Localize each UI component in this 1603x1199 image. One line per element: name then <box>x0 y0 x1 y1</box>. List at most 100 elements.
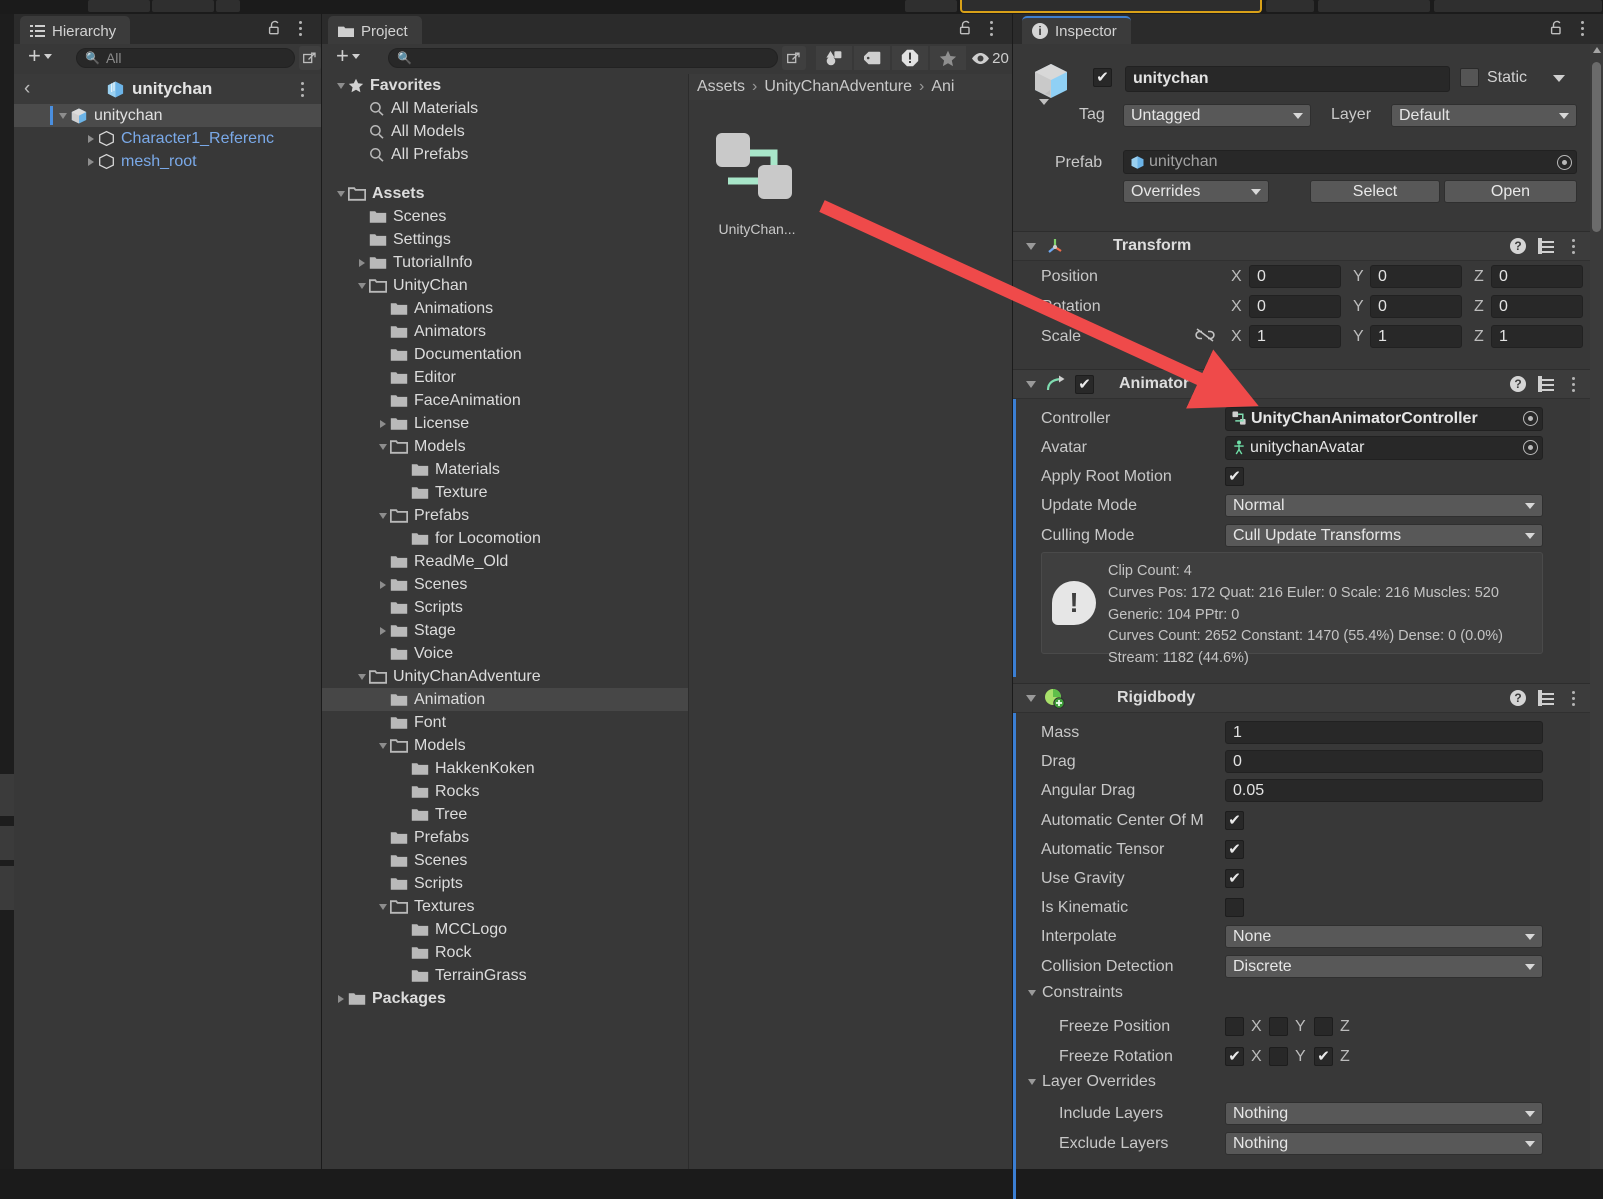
breadcrumb-item-0[interactable]: Assets <box>697 78 745 96</box>
toolbar-segment[interactable] <box>1318 0 1430 12</box>
transform-x-input[interactable]: 0 <box>1249 265 1341 288</box>
overrides-dropdown[interactable]: Overrides <box>1123 180 1269 203</box>
project-tree-item-scenes[interactable]: Scenes <box>322 849 688 872</box>
project-tree-item-animators[interactable]: Animators <box>322 320 688 343</box>
project-tree-item-readme-old[interactable]: ReadMe_Old <box>322 550 688 573</box>
transform-z-input[interactable]: 1 <box>1491 325 1583 348</box>
project-tree-item-scripts[interactable]: Scripts <box>322 872 688 895</box>
project-tree-item-terraingrass[interactable]: TerrainGrass <box>322 964 688 987</box>
help-icon[interactable]: ? <box>1510 690 1526 706</box>
layer-dropdown[interactable]: Default <box>1391 104 1577 127</box>
project-tree-item-textures[interactable]: Textures <box>322 895 688 918</box>
preset-icon[interactable] <box>1538 239 1554 253</box>
help-icon[interactable]: ? <box>1510 238 1526 254</box>
gameobject-enabled-checkbox[interactable]: ✔ <box>1093 68 1112 87</box>
star-icon[interactable] <box>930 46 966 70</box>
inspector-menu-icon[interactable] <box>1575 19 1589 37</box>
exclude-layers-dropdown[interactable]: Nothing <box>1225 1132 1543 1155</box>
transform-x-input[interactable]: 0 <box>1249 295 1341 318</box>
asset-item[interactable]: UnityChan... <box>702 127 812 237</box>
project-tree-item-settings[interactable]: Settings <box>322 228 688 251</box>
project-tree-item-animation[interactable]: Animation <box>322 688 688 711</box>
hierarchy-search-input[interactable]: 🔍 All <box>76 48 295 68</box>
toolbar-segment-active[interactable] <box>960 0 1262 13</box>
freeze-position-y-checkbox[interactable] <box>1269 1017 1288 1036</box>
chevron-down-icon[interactable] <box>1026 381 1036 388</box>
project-menu-icon[interactable] <box>984 19 998 37</box>
tab-inspector[interactable]: i Inspector <box>1022 16 1131 44</box>
freeze-position-z-checkbox[interactable] <box>1314 1017 1333 1036</box>
project-tree-item-unitychan[interactable]: UnityChan <box>322 274 688 297</box>
tag-dropdown[interactable]: Untagged <box>1123 104 1311 127</box>
culling-mode-dropdown[interactable]: Cull Update Transforms <box>1225 524 1543 547</box>
toolbar-segment[interactable] <box>216 0 240 12</box>
collision-detection-dropdown[interactable]: Discrete <box>1225 955 1543 978</box>
project-tree-item-materials[interactable]: Materials <box>322 458 688 481</box>
transform-y-input[interactable]: 0 <box>1370 295 1462 318</box>
visible-count-indicator[interactable]: 20 <box>968 46 1012 70</box>
toolbar-segment[interactable] <box>1434 0 1602 12</box>
project-tree-item-models[interactable]: Models <box>322 435 688 458</box>
project-tree-item-rock[interactable]: Rock <box>322 941 688 964</box>
preset-icon[interactable] <box>1538 691 1554 705</box>
scene-root-menu-icon[interactable] <box>295 80 309 98</box>
freeze-rotation-y-checkbox[interactable] <box>1269 1047 1288 1066</box>
project-tree-item-for-locomotion[interactable]: for Locomotion <box>322 527 688 550</box>
constraints-foldout[interactable]: Constraints <box>1028 984 1123 1002</box>
object-picker-icon[interactable] <box>1523 411 1538 426</box>
layer-overrides-foldout[interactable]: Layer Overrides <box>1028 1073 1156 1091</box>
create-asset-button[interactable]: + <box>336 48 360 64</box>
prefab-objectfield[interactable]: unitychan <box>1123 150 1577 174</box>
hierarchy-item-mesh_root[interactable]: mesh_root <box>14 150 321 173</box>
project-tree-item-favorites[interactable]: Favorites <box>322 74 688 97</box>
toolbar-segment[interactable] <box>1266 0 1314 12</box>
expand-icon[interactable] <box>782 46 806 70</box>
animator-enabled-checkbox[interactable]: ✔ <box>1075 375 1094 394</box>
chevron-down-icon[interactable] <box>1026 695 1036 702</box>
tab-hierarchy[interactable]: Hierarchy <box>20 16 130 44</box>
tag-icon[interactable] <box>854 46 890 70</box>
rail-chip[interactable] <box>0 826 14 860</box>
project-tree-item-prefabs[interactable]: Prefabs <box>322 826 688 849</box>
project-tree-item-all-materials[interactable]: All Materials <box>322 97 688 120</box>
project-tree-item-all-prefabs[interactable]: All Prefabs <box>322 143 688 166</box>
freeze-rotation-z-checkbox[interactable]: ✔ <box>1314 1047 1333 1066</box>
scale-link-broken-icon[interactable] <box>1195 327 1215 347</box>
project-tree-item-animations[interactable]: Animations <box>322 297 688 320</box>
project-tree-item-stage[interactable]: Stage <box>322 619 688 642</box>
freeze-rotation-x-checkbox[interactable]: ✔ <box>1225 1047 1244 1066</box>
back-arrow-icon[interactable]: ‹ <box>24 78 48 100</box>
scroll-up-arrow-icon[interactable] <box>1593 47 1601 53</box>
automatic-center-of-mass-checkbox[interactable]: ✔ <box>1225 811 1244 830</box>
lock-icon[interactable] <box>958 20 974 36</box>
project-tree-item-faceanimation[interactable]: FaceAnimation <box>322 389 688 412</box>
animator-component-header[interactable]: ✔ Animator ? <box>1013 369 1590 399</box>
preset-icon[interactable] <box>1538 377 1554 391</box>
project-tree-item-editor[interactable]: Editor <box>322 366 688 389</box>
help-icon[interactable]: ? <box>1510 376 1526 392</box>
transform-z-input[interactable]: 0 <box>1491 295 1583 318</box>
project-tree-item-tutorialinfo[interactable]: TutorialInfo <box>322 251 688 274</box>
freeze-position-x-checkbox[interactable] <box>1225 1017 1244 1036</box>
hierarchy-menu-icon[interactable] <box>293 19 307 37</box>
rigidbody-component-header[interactable]: Rigidbody ? <box>1013 683 1590 713</box>
rail-chip[interactable] <box>0 866 14 910</box>
transform-component-header[interactable]: Transform ? <box>1013 231 1590 261</box>
breadcrumb-item-1[interactable]: UnityChanAdventure <box>764 78 912 96</box>
scene-root-row[interactable]: ‹ unitychan <box>14 74 321 104</box>
project-tree-item-scenes[interactable]: Scenes <box>322 205 688 228</box>
transform-menu-icon[interactable] <box>1566 237 1580 255</box>
project-tree-item-scripts[interactable]: Scripts <box>322 596 688 619</box>
project-tree-item-hakkenkoken[interactable]: HakkenKoken <box>322 757 688 780</box>
transform-x-input[interactable]: 1 <box>1249 325 1341 348</box>
gameobject-name-input[interactable]: unitychan <box>1125 66 1450 92</box>
transform-y-input[interactable]: 0 <box>1370 265 1462 288</box>
breadcrumb-item-2[interactable]: Ani <box>931 78 954 96</box>
toolbar-segment[interactable] <box>152 0 214 12</box>
tab-project[interactable]: Project <box>328 16 422 44</box>
project-search-input[interactable]: 🔍 <box>388 48 778 68</box>
project-tree-item-font[interactable]: Font <box>322 711 688 734</box>
lock-icon[interactable] <box>267 20 283 36</box>
project-tree-item-models[interactable]: Models <box>322 734 688 757</box>
project-tree-item-packages[interactable]: Packages <box>322 987 688 1010</box>
